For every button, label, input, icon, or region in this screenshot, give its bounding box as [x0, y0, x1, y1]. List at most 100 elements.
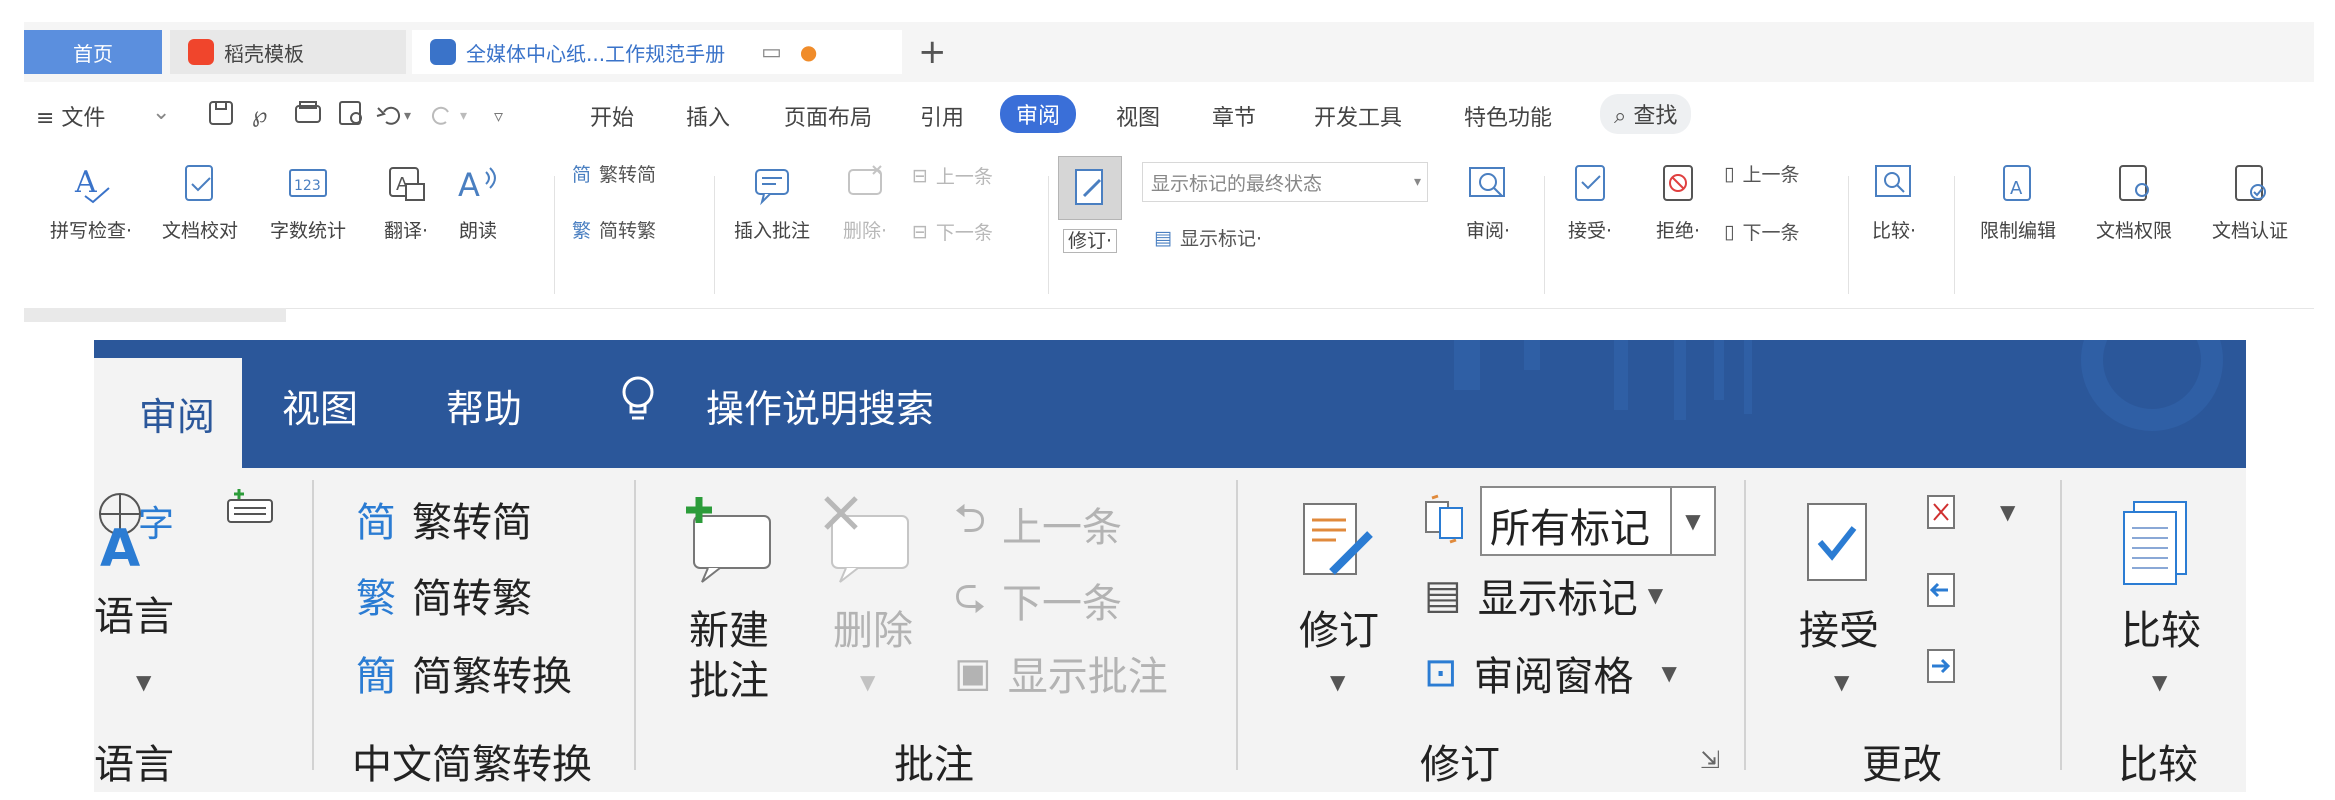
- group-separator: [634, 480, 636, 770]
- delete-comment-button[interactable]: 删除: [818, 606, 928, 656]
- language-button[interactable]: 语言: [94, 592, 204, 642]
- trad-to-simp-button[interactable]: 简 繁转简: [572, 160, 656, 187]
- new-comment-button[interactable]: 新建 批注: [664, 606, 794, 706]
- file-menu[interactable]: ≡ 文件: [36, 100, 105, 132]
- wps-review-ribbon: A 拼写检查· 文档校对 123 字数统计 A 翻译· A 朗读 简 繁转简 繁…: [24, 146, 2314, 309]
- reject-change-icon[interactable]: [1924, 492, 1960, 532]
- doc-proof-button[interactable]: 文档校对: [152, 162, 248, 243]
- dialog-launcher-icon[interactable]: ⇲: [1700, 746, 1720, 774]
- menu-review[interactable]: 审阅: [1000, 95, 1077, 133]
- next-change-icon[interactable]: [1924, 646, 1960, 686]
- menu-references[interactable]: 引用: [920, 100, 964, 132]
- trad-to-simp-icon: 简: [356, 500, 396, 546]
- review-pane-button[interactable]: 审阅·: [1448, 162, 1528, 243]
- compare-group-label: 比较: [2118, 742, 2198, 788]
- tab-help[interactable]: 帮助: [446, 378, 522, 433]
- keyboard-icon[interactable]: [224, 488, 276, 528]
- file-menu-chevron-icon[interactable]: ⌄: [152, 100, 170, 125]
- tab-view[interactable]: 视图: [282, 378, 358, 433]
- doc-certify-icon: [2235, 165, 2266, 201]
- menu-insert[interactable]: 插入: [686, 100, 730, 132]
- prev-change-button[interactable]: ▯ 上一条: [1724, 160, 1799, 187]
- track-changes-button[interactable]: 修订: [1274, 606, 1404, 656]
- restrict-editing-button[interactable]: A 限制编辑: [1966, 162, 2070, 243]
- simp-to-trad-button[interactable]: 繁 简转繁: [572, 216, 656, 243]
- delete-caret-icon: ▼: [860, 670, 876, 694]
- previous-change-icon[interactable]: [1924, 570, 1960, 610]
- language-group-label: 语言: [94, 742, 174, 788]
- prev-comment-button[interactable]: ⮌ 上一条: [954, 490, 1122, 558]
- save-icon[interactable]: [209, 101, 233, 125]
- wps-menu-bar: ≡ 文件 ⌄ ℘ ▾ ▾ ▿ 开始 插入 页面布局 引用 审阅 视图 章节 开发…: [24, 82, 2314, 146]
- reject-change-icon: [1663, 165, 1693, 201]
- svg-text:▾: ▾: [404, 108, 411, 124]
- compare-icon: [1875, 165, 1911, 197]
- menu-developer[interactable]: 开发工具: [1314, 100, 1402, 132]
- next-change-button[interactable]: ▯ 下一条: [1724, 218, 1799, 245]
- svg-text:A: A: [74, 165, 97, 200]
- new-tab-button[interactable]: +: [912, 30, 962, 74]
- insert-comment-button[interactable]: 插入批注: [720, 162, 824, 243]
- spell-check-button[interactable]: A 拼写检查·: [36, 162, 146, 243]
- reject-change-button[interactable]: 拒绝·: [1638, 162, 1718, 243]
- markup-select[interactable]: 所有标记 ▼: [1480, 486, 1716, 556]
- reviewing-pane-button[interactable]: ⊡ 审阅窗格 ▼: [1424, 644, 1677, 702]
- simp-to-trad-button[interactable]: 繁 简转繁: [356, 566, 532, 624]
- prev-comment-button[interactable]: ⊟ 上一条: [912, 162, 993, 189]
- tab-document-label: 全媒体中心纸...工作规范手册: [466, 41, 726, 66]
- delete-comment-button[interactable]: 删除·: [830, 162, 900, 243]
- next-comment-button[interactable]: ⊟ 下一条: [912, 218, 993, 245]
- search-button[interactable]: ⌕ 查找: [1600, 94, 1692, 134]
- tab-review[interactable]: 审阅: [94, 358, 242, 468]
- accept-caret-icon: ▼: [1834, 670, 1850, 694]
- accept-change-button[interactable]: 接受: [1784, 606, 1894, 656]
- menu-page-layout[interactable]: 页面布局: [784, 100, 872, 132]
- show-markup-button[interactable]: ▤ 显示标记 ▼: [1424, 566, 1663, 624]
- track-changes-button[interactable]: 修订·: [1054, 156, 1126, 253]
- markup-state-select[interactable]: 显示标记的最终状态 ▾: [1142, 162, 1428, 202]
- menu-chapter[interactable]: 章节: [1212, 100, 1256, 132]
- compare-button[interactable]: 比较: [2106, 606, 2216, 656]
- menu-view[interactable]: 视图: [1116, 100, 1160, 132]
- word-count-button[interactable]: 123 字数统计: [260, 162, 356, 243]
- next-comment-button[interactable]: ⮎ 下一条: [954, 566, 1122, 634]
- word-tab-bar: 审阅 视图 帮助 操作说明搜索: [94, 340, 2246, 468]
- wps-tab-bar: 首页 稻壳模板 全媒体中心纸...工作规范手册 ▭ ● +: [24, 22, 2314, 82]
- tab-templates[interactable]: 稻壳模板: [170, 30, 406, 74]
- svg-text:A: A: [100, 519, 140, 568]
- redo-icon[interactable]: [431, 106, 449, 125]
- simp-trad-convert-button[interactable]: 簡 简繁转换: [356, 644, 572, 702]
- delete-comment-icon: [848, 165, 882, 195]
- doc-certify-button[interactable]: 文档认证: [2198, 162, 2302, 243]
- simp-trad-convert-icon: 簡: [356, 654, 396, 700]
- menu-special[interactable]: 特色功能: [1464, 100, 1552, 132]
- undo-history-icon[interactable]: ℘: [252, 103, 267, 128]
- customize-toolbar-icon[interactable]: ▿: [494, 106, 503, 127]
- menu-start[interactable]: 开始: [590, 100, 634, 132]
- show-comments-button[interactable]: ▣ 显示批注: [954, 644, 1168, 702]
- background-decoration: [1454, 340, 2223, 431]
- language-caret-icon: ▼: [136, 670, 152, 694]
- lightbulb-icon: [622, 376, 654, 420]
- compare-button[interactable]: 比较·: [1854, 162, 1934, 243]
- comment-bubble-icon[interactable]: ▭: [761, 40, 782, 65]
- wps-window: 首页 稻壳模板 全媒体中心纸...工作规范手册 ▭ ● + ≡ 文件 ⌄ ℘ ▾…: [24, 22, 2314, 322]
- show-markup-button[interactable]: ▤ 显示标记·: [1154, 224, 1262, 251]
- read-aloud-button[interactable]: A 朗读: [448, 162, 508, 243]
- doc-permission-button[interactable]: 文档权限: [2082, 162, 2186, 243]
- reject-caret-icon[interactable]: ▼: [2000, 500, 2015, 524]
- tab-document[interactable]: 全媒体中心纸...工作规范手册 ▭ ●: [412, 30, 902, 74]
- simp-to-trad-icon: 繁: [356, 576, 396, 622]
- tell-me-search[interactable]: 操作说明搜索: [706, 378, 934, 433]
- word-count-icon: 123: [289, 169, 327, 197]
- show-markup-icon: ▤: [1424, 572, 1462, 618]
- prev-comment-icon: ⊟: [912, 164, 928, 187]
- translate-button[interactable]: A 翻译·: [370, 162, 442, 243]
- trad-to-simp-icon: 简: [572, 164, 592, 186]
- simp-to-trad-icon: 繁: [572, 220, 592, 242]
- trad-to-simp-button[interactable]: 简 繁转简: [356, 490, 532, 548]
- undo-icon[interactable]: [383, 106, 401, 125]
- tab-home[interactable]: 首页: [24, 30, 162, 74]
- unsaved-dot-icon: ●: [799, 40, 818, 64]
- accept-change-button[interactable]: 接受·: [1550, 162, 1630, 243]
